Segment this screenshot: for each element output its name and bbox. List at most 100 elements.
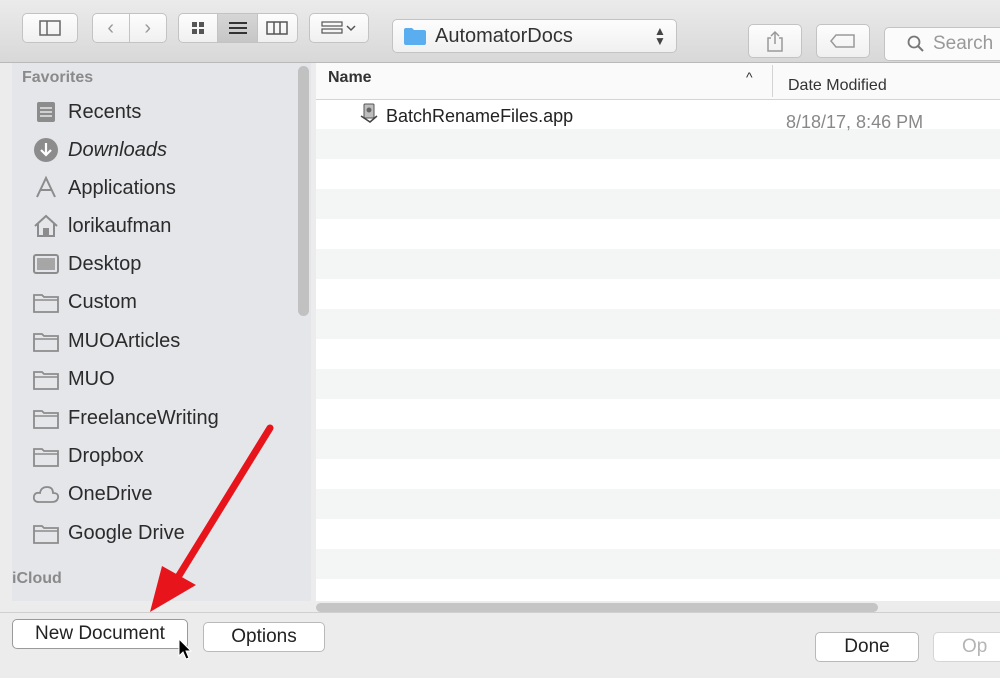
sidebar-toggle-button[interactable]	[22, 13, 78, 43]
sidebar-item-label: MUOArticles	[68, 329, 181, 352]
file-date: 8/18/17, 8:46 PM	[786, 112, 924, 132]
search-placeholder: Search	[933, 33, 994, 54]
empty-row	[316, 549, 1000, 579]
folder-icon	[32, 519, 60, 547]
share-button[interactable]	[748, 24, 802, 58]
folder-icon	[32, 288, 60, 316]
file-open-dialog: ‹ › AutomatorDocs ▲ ▼ Search Favorites R…	[0, 0, 1000, 678]
tag-icon	[830, 34, 855, 48]
applications-icon	[32, 174, 60, 202]
folder-icon	[32, 442, 60, 470]
back-forward-group: ‹ ›	[92, 13, 167, 43]
empty-row	[316, 219, 1000, 249]
recents-icon	[32, 98, 60, 126]
new-document-button[interactable]: New Document	[12, 619, 188, 649]
location-label: AutomatorDocs	[435, 24, 573, 47]
empty-row	[316, 579, 1000, 601]
desktop-icon	[32, 250, 60, 278]
sidebar-item-label: Applications	[68, 176, 176, 199]
horizontal-scrollbar[interactable]	[316, 603, 878, 612]
empty-row	[316, 399, 1000, 429]
sidebar-item-google-drive[interactable]: Google Drive	[32, 517, 185, 549]
forward-button[interactable]: ›	[130, 14, 167, 42]
share-icon	[767, 30, 783, 52]
folder-icon	[32, 365, 60, 393]
search-icon	[907, 35, 924, 52]
file-list: Name ^ Date Modified BatchRenameFiles.ap…	[316, 63, 1000, 601]
list-icon	[228, 22, 247, 34]
sidebar-item-label: Google Drive	[68, 521, 185, 544]
sidebar-item-label: FreelanceWriting	[68, 406, 219, 429]
back-button[interactable]: ‹	[93, 14, 130, 42]
automator-app-icon	[360, 103, 378, 123]
column-view-button[interactable]	[258, 14, 297, 42]
empty-row	[316, 249, 1000, 279]
sidebar-item-downloads[interactable]: Downloads	[32, 134, 167, 166]
empty-row	[316, 459, 1000, 489]
chevron-left-icon: ‹	[107, 16, 115, 39]
toolbar: ‹ › AutomatorDocs ▲ ▼ Search	[0, 0, 1000, 63]
mouse-cursor-icon	[178, 638, 193, 660]
empty-row	[316, 159, 1000, 189]
empty-row	[316, 369, 1000, 399]
arrange-icon	[321, 21, 356, 34]
up-down-chevron-icon: ▲ ▼	[654, 24, 666, 48]
sidebar-item-label: Downloads	[68, 138, 167, 161]
sidebar-item-freelancewriting[interactable]: FreelanceWriting	[32, 402, 219, 434]
empty-row	[316, 339, 1000, 369]
sidebar-item-muoarticles[interactable]: MUOArticles	[32, 325, 180, 357]
folder-icon	[404, 28, 426, 45]
sidebar-item-muo[interactable]: MUO	[32, 363, 115, 395]
sidebar-item-dropbox[interactable]: Dropbox	[32, 440, 144, 472]
sidebar-item-custom[interactable]: Custom	[32, 286, 137, 318]
arrange-button[interactable]	[309, 13, 369, 43]
view-mode-group	[178, 13, 298, 43]
column-divider[interactable]	[772, 65, 773, 97]
sidebar-item-applications[interactable]: Applications	[32, 172, 176, 204]
column-header: Name ^ Date Modified	[316, 63, 1000, 100]
grid-icon	[192, 22, 205, 34]
list-rows-background	[316, 99, 1000, 601]
empty-row	[316, 309, 1000, 339]
location-popup[interactable]: AutomatorDocs ▲ ▼	[392, 19, 677, 53]
sidebar-item-desktop[interactable]: Desktop	[32, 248, 141, 280]
empty-row	[316, 189, 1000, 219]
columns-icon	[266, 21, 289, 35]
sidebar-item-label: Custom	[68, 290, 137, 313]
empty-row	[316, 519, 1000, 549]
icloud-header: iCloud	[12, 570, 62, 587]
column-date-header[interactable]: Date Modified	[788, 77, 887, 95]
folder-icon	[32, 327, 60, 355]
column-name-header[interactable]: Name	[328, 69, 372, 87]
options-button[interactable]: Options	[203, 622, 325, 652]
bottom-bar: New Document Options Done Op	[0, 612, 1000, 678]
sidebar-item-onedrive[interactable]: OneDrive	[32, 478, 152, 510]
cloud-icon	[32, 480, 60, 508]
sidebar-item-recents[interactable]: Recents	[32, 96, 141, 128]
sidebar-item-label: lorikaufman	[68, 214, 172, 237]
open-button[interactable]: Op	[933, 632, 1000, 662]
sidebar-item-home[interactable]: lorikaufman	[32, 210, 171, 242]
sidebar-item-label: Desktop	[68, 252, 142, 275]
sidebar-icon	[39, 20, 61, 36]
sidebar: Favorites Recents Downloads Applications…	[12, 63, 311, 601]
sidebar-item-label: MUO	[68, 367, 115, 390]
sort-ascending-icon: ^	[746, 69, 753, 85]
file-name: BatchRenameFiles.app	[386, 106, 574, 126]
sidebar-scrollbar[interactable]	[298, 66, 309, 316]
sidebar-item-label: Recents	[68, 100, 142, 123]
empty-row	[316, 489, 1000, 519]
tag-button[interactable]	[816, 24, 870, 58]
favorites-header: Favorites	[22, 69, 94, 86]
home-icon	[32, 212, 60, 240]
empty-row	[316, 429, 1000, 459]
sidebar-item-label: Dropbox	[68, 444, 144, 467]
icon-view-button[interactable]	[179, 14, 219, 42]
empty-row	[316, 279, 1000, 309]
done-button[interactable]: Done	[815, 632, 919, 662]
list-view-button[interactable]	[218, 14, 258, 42]
table-row[interactable]: BatchRenameFiles.app 8/18/17, 8:46 PM	[316, 100, 1000, 144]
search-field[interactable]: Search	[884, 27, 1000, 61]
downloads-icon	[32, 136, 60, 164]
chevron-right-icon: ›	[144, 16, 152, 39]
